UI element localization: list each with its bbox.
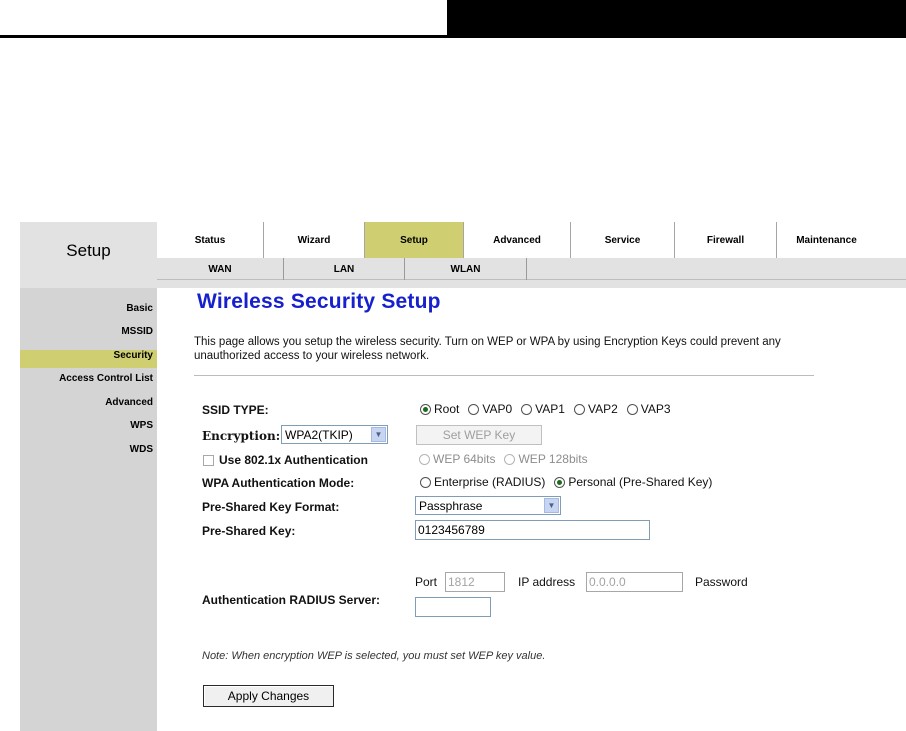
wep-64-label: WEP 64bits: [433, 452, 496, 466]
sidebar-item-mssid[interactable]: MSSID: [121, 326, 153, 344]
top-header-bar: [447, 0, 906, 38]
ssid-type-label: SSID TYPE:: [202, 403, 269, 417]
apply-changes-button[interactable]: Apply Changes: [203, 685, 334, 707]
sidebar-item-access-control-list[interactable]: Access Control List: [59, 373, 153, 391]
radius-password-input[interactable]: [415, 597, 491, 617]
sidebar-item-wds[interactable]: WDS: [130, 444, 153, 462]
use-8021x-label: Use 802.1x Authentication: [219, 453, 368, 467]
chevron-down-icon: ▼: [544, 498, 559, 513]
sidebar: Basic MSSID Security Access Control List…: [20, 288, 157, 731]
ssid-vap1-label: VAP1: [535, 402, 565, 416]
psk-format-select[interactable]: Passphrase ▼: [415, 496, 561, 515]
divider: [194, 375, 814, 376]
sidebar-item-advanced[interactable]: Advanced: [105, 397, 153, 415]
psk-format-label: Pre-Shared Key Format:: [202, 500, 340, 514]
psk-label: Pre-Shared Key:: [202, 524, 296, 538]
tab-service[interactable]: Service: [571, 222, 675, 258]
wep-bits-radio-group: WEP 64bits WEP 128bits: [419, 452, 597, 466]
chevron-down-icon: ▼: [371, 427, 386, 442]
header-separator: [20, 280, 906, 288]
sidebar-item-security[interactable]: Security: [20, 350, 157, 368]
psk-input[interactable]: 0123456789: [415, 520, 650, 540]
ssid-root-radio[interactable]: [420, 403, 431, 415]
ssid-vap1-radio[interactable]: [521, 403, 533, 415]
tab-advanced[interactable]: Advanced: [464, 222, 571, 258]
ssid-vap2-label: VAP2: [587, 402, 618, 416]
radius-ip-input[interactable]: 0.0.0.0: [586, 572, 683, 592]
psk-format-select-value: Passphrase: [419, 498, 483, 513]
ssid-vap0-label: VAP0: [482, 402, 513, 416]
encryption-label: Encryption:: [202, 429, 281, 443]
top-header-rule: [0, 35, 447, 38]
tab-setup[interactable]: Setup: [365, 222, 464, 258]
sidebar-item-wps[interactable]: WPS: [130, 420, 153, 438]
sidebar-item-basic[interactable]: Basic: [126, 303, 153, 321]
wep-128-radio[interactable]: [504, 453, 516, 465]
radius-server-label: Authentication RADIUS Server:: [202, 593, 381, 607]
sub-tab-bar: WAN LAN WLAN: [157, 258, 906, 280]
page-description: This page allows you setup the wireless …: [194, 336, 781, 362]
personal-label: Personal (Pre-Shared Key): [568, 475, 713, 489]
use-8021x-row: Use 802.1x Authentication: [203, 453, 368, 467]
router-admin-panel: Setup Status Wizard Setup Advanced Servi…: [20, 222, 906, 731]
ssid-vap3-label: VAP3: [640, 402, 671, 416]
subtab-wan[interactable]: WAN: [157, 258, 284, 280]
radius-ip-label: IP address: [518, 575, 576, 589]
personal-radio[interactable]: [554, 476, 566, 488]
ssid-root-label: Root: [434, 402, 460, 416]
tab-status[interactable]: Status: [157, 222, 264, 258]
tab-firewall[interactable]: Firewall: [675, 222, 777, 258]
ssid-type-radio-group: Root VAP0 VAP1 VAP2 VAP3: [420, 402, 680, 416]
enterprise-radio[interactable]: [420, 476, 431, 488]
set-wep-key-button[interactable]: Set WEP Key: [416, 425, 542, 445]
main-tab-bar: Status Wizard Setup Advanced Service Fir…: [157, 222, 906, 258]
main-content: Wireless Security Setup This page allows…: [157, 288, 906, 731]
wep-128-label: WEP 128bits: [518, 452, 588, 466]
wep-64-radio[interactable]: [419, 453, 430, 465]
radius-password-label: Password: [695, 575, 748, 589]
ssid-vap2-radio[interactable]: [573, 403, 585, 415]
wep-note: Note: When encryption WEP is selected, y…: [202, 650, 546, 662]
wpa-auth-mode-label: WPA Authentication Mode:: [202, 476, 355, 490]
tab-wizard[interactable]: Wizard: [264, 222, 365, 258]
section-brand-label: Setup: [20, 222, 157, 280]
subtab-wlan[interactable]: WLAN: [405, 258, 527, 280]
ssid-vap3-radio[interactable]: [626, 403, 638, 415]
subtab-lan[interactable]: LAN: [284, 258, 405, 280]
enterprise-label: Enterprise (RADIUS): [434, 475, 546, 489]
encryption-select-value: WPA2(TKIP): [285, 427, 353, 442]
page-title: Wireless Security Setup: [197, 290, 441, 313]
encryption-select[interactable]: WPA2(TKIP) ▼: [281, 425, 388, 444]
use-8021x-checkbox[interactable]: [203, 454, 214, 466]
ssid-vap0-radio[interactable]: [468, 403, 480, 415]
tab-maintenance[interactable]: Maintenance: [777, 222, 876, 258]
wpa-auth-mode-radio-group: Enterprise (RADIUS) Personal (Pre-Shared…: [420, 475, 721, 489]
radius-port-label: Port: [415, 575, 438, 589]
radius-port-input[interactable]: 1812: [445, 572, 505, 592]
